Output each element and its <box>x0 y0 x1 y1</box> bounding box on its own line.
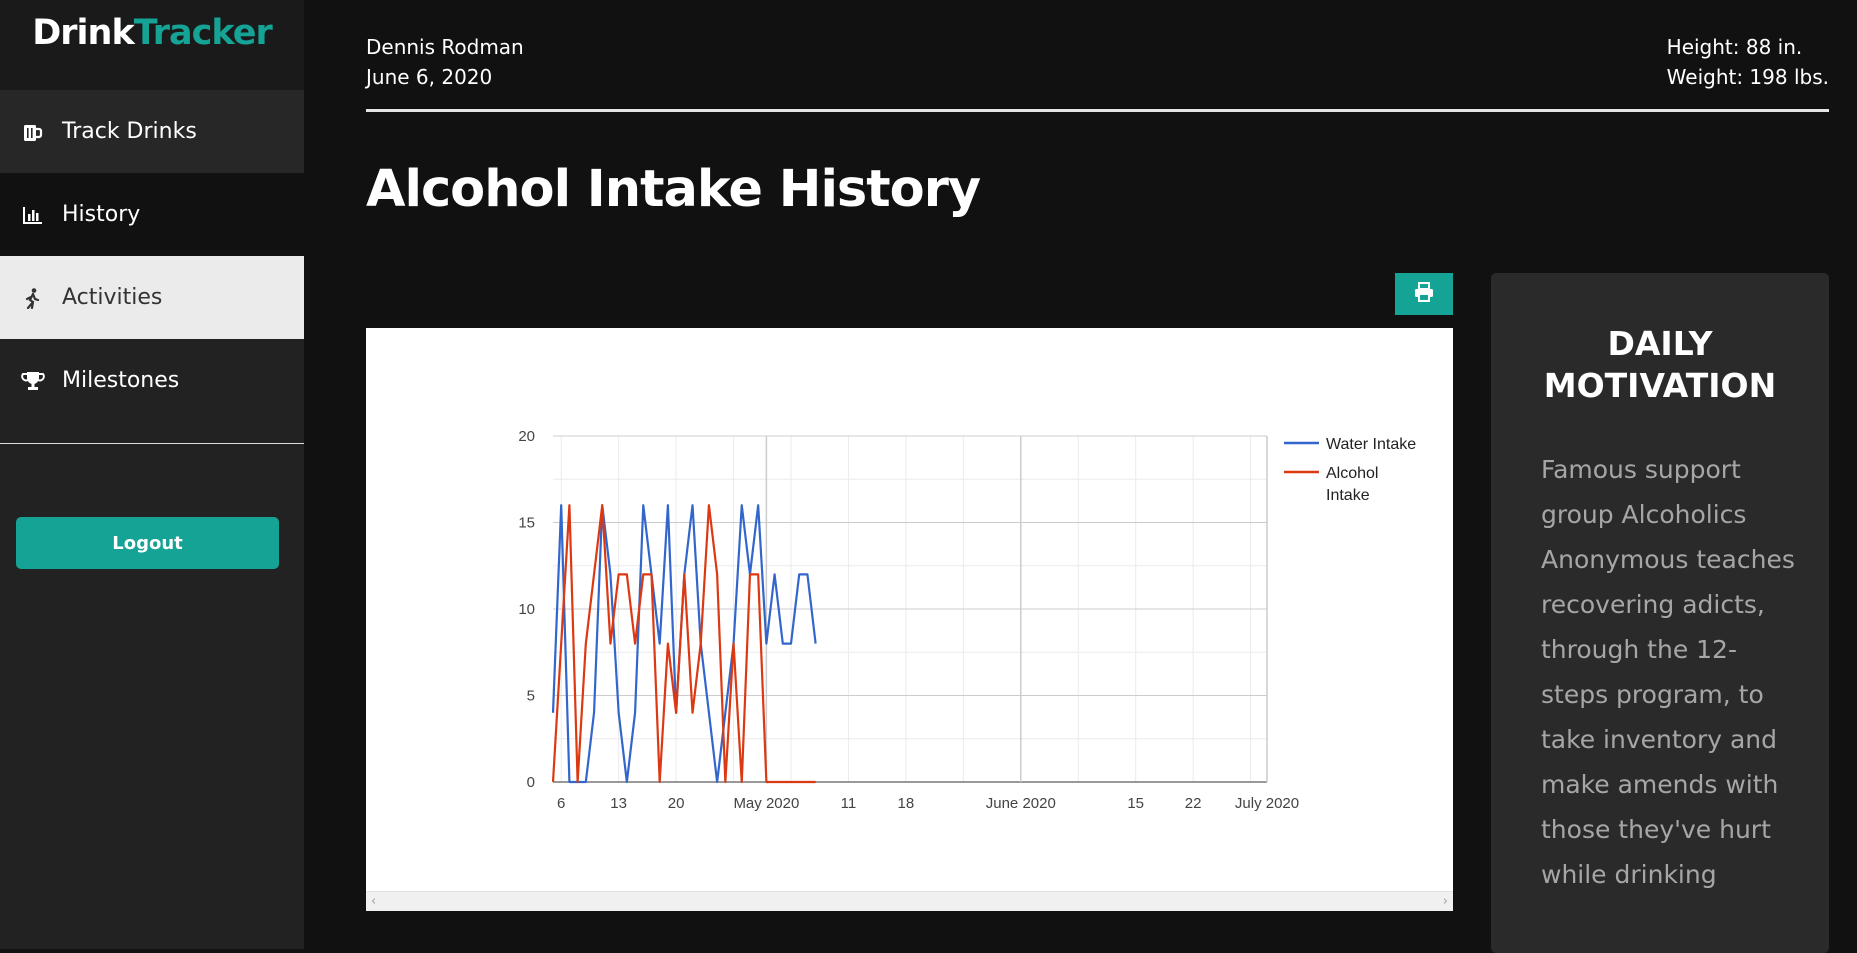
y-tick-label: 10 <box>518 601 535 618</box>
logout-button[interactable]: Logout <box>16 517 279 569</box>
scroll-right-icon[interactable]: › <box>1443 894 1448 909</box>
sidebar-item-track-drinks[interactable]: Track Drinks <box>0 90 304 173</box>
x-tick-label: 15 <box>1127 795 1144 812</box>
user-info: Dennis Rodman June 6, 2020 <box>366 32 524 92</box>
user-weight: Weight: 198 lbs. <box>1666 65 1829 89</box>
brand-part-tracker: Tracker <box>133 13 273 53</box>
motivation-title: DAILY MOTIVATION <box>1491 323 1829 407</box>
walking-person-icon <box>20 285 46 311</box>
sidebar-item-label: Activities <box>62 285 163 310</box>
y-tick-label: 5 <box>527 688 535 705</box>
x-tick-label: 6 <box>557 795 565 812</box>
beer-mug-icon <box>20 119 46 145</box>
sidebar-item-label: Track Drinks <box>62 119 197 144</box>
bar-chart-icon <box>20 202 46 228</box>
user-height: Height: 88 in. <box>1666 35 1803 59</box>
current-date: June 6, 2020 <box>366 65 493 89</box>
x-tick-label: 13 <box>610 795 627 812</box>
intake-chart: 0 5 10 15 20 6 13 20 May 2020 11 18 June 2020 15 22 Ju… <box>366 328 1453 911</box>
x-tick-label: 22 <box>1185 795 1202 812</box>
x-tick-label: 18 <box>898 795 915 812</box>
x-tick-label: 20 <box>668 795 685 812</box>
printer-icon <box>1414 282 1434 306</box>
page-title: Alcohol Intake History <box>366 160 981 219</box>
sidebar-item-history[interactable]: History <box>0 173 304 256</box>
y-tick-label: 15 <box>518 515 535 532</box>
daily-motivation-panel: DAILY MOTIVATION Famous support group Al… <box>1491 273 1829 953</box>
x-tick-label: May 2020 <box>733 795 799 812</box>
print-button[interactable] <box>1395 273 1453 315</box>
x-tick-label: 11 <box>841 795 857 812</box>
legend-label-water: Water Intake <box>1326 436 1416 453</box>
sidebar-item-activities[interactable]: Activities <box>0 256 304 339</box>
user-stats: Height: 88 in. Weight: 198 lbs. <box>1667 32 1829 92</box>
sidebar-item-label: Milestones <box>62 368 180 393</box>
series-line-water <box>551 504 817 784</box>
motivation-title-line2: MOTIVATION <box>1543 366 1777 405</box>
user-name: Dennis Rodman <box>366 35 524 59</box>
chart-horizontal-scrollbar[interactable]: ‹ › <box>366 891 1453 911</box>
sidebar: Drink Tracker Track Drinks History Activi… <box>0 0 304 949</box>
motivation-text: Famous support group Alcoholics Anonymou… <box>1541 455 1795 889</box>
user-header: Dennis Rodman June 6, 2020 Height: 88 in… <box>366 32 1829 112</box>
motivation-title-line1: DAILY <box>1607 324 1713 363</box>
x-tick-label: July 2020 <box>1235 795 1299 812</box>
sidebar-divider <box>0 443 304 444</box>
sidebar-item-milestones[interactable]: Milestones <box>0 339 304 422</box>
y-tick-label: 20 <box>518 428 535 445</box>
trophy-icon <box>20 368 46 394</box>
series-line-alcohol <box>551 504 816 784</box>
legend-label-alcohol: Alcohol Intake <box>1326 465 1378 504</box>
y-tick-label: 0 <box>527 774 535 791</box>
line-chart-svg: 0 5 10 15 20 6 13 20 May 2020 11 18 June 2020 15 22 Ju… <box>518 428 1416 812</box>
brand-logo[interactable]: Drink Tracker <box>0 0 304 90</box>
scroll-left-icon[interactable]: ‹ <box>371 894 376 909</box>
x-tick-label: June 2020 <box>986 795 1056 812</box>
sidebar-item-label: History <box>62 202 141 227</box>
brand-part-drink: Drink <box>32 13 135 53</box>
